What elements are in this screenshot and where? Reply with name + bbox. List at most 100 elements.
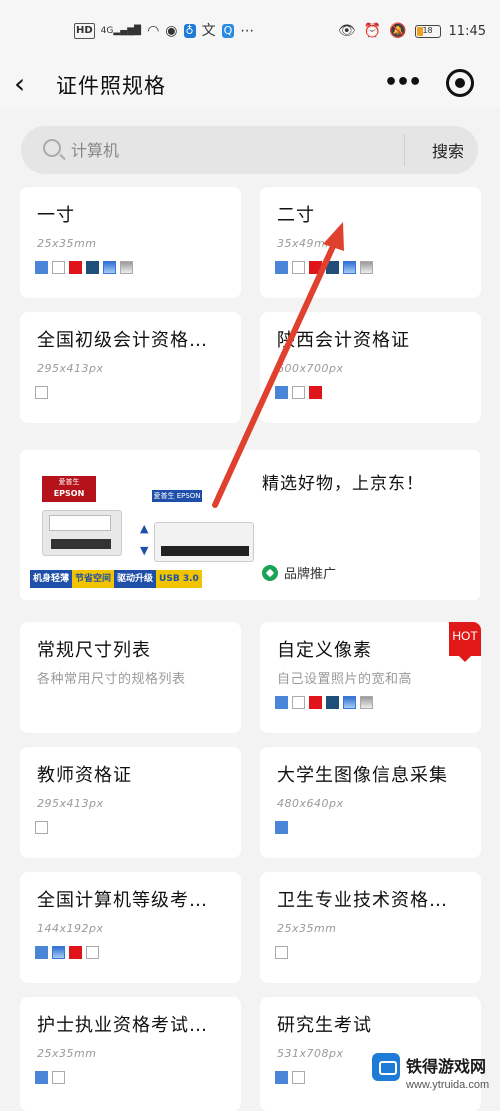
card-title: 护士执业资格考试… (37, 1015, 208, 1036)
color-swatches (35, 386, 48, 399)
swatch-white (35, 821, 48, 834)
search-input[interactable] (71, 138, 391, 162)
ad-feature: 机身轻薄 (30, 570, 73, 588)
up-down-arrow-icon: ▲ ▼ (140, 522, 149, 557)
card-title: 卫生专业技术资格… (277, 890, 448, 911)
card-title: 陕西会计资格证 (277, 330, 410, 351)
bulb-icon: ♁ (183, 24, 196, 38)
card-title: 一寸 (37, 205, 75, 226)
spec-card-teacher[interactable]: 教师资格证 295x413px (20, 747, 241, 858)
card-title: 大学生图像信息采集 (277, 765, 448, 786)
swatch-white (86, 946, 99, 959)
swatch-white (35, 386, 48, 399)
ellipsis-icon: ⋯ (240, 23, 255, 39)
ad-image: 爱普生 EPSON 爱普生 EPSON ▲ ▼ 机身轻薄 节省空间 驱动升级 USB… (30, 462, 270, 588)
battery-level: 18 (422, 25, 433, 35)
alarm-icon: ⏰ (363, 23, 382, 39)
card-size: 25x35mm (37, 1047, 97, 1060)
more-menu-icon[interactable]: ••• (384, 72, 422, 96)
ad-banner[interactable]: 爱普生 EPSON 爱普生 EPSON ▲ ▼ 机身轻薄 节省空间 驱动升级 USB… (20, 450, 480, 600)
signal-icon: 4G▂▄▆█ (100, 26, 142, 36)
swatch-red (69, 946, 82, 959)
card-title: 全国计算机等级考… (37, 890, 208, 911)
clock: 11:45 (448, 23, 486, 39)
swatch-gradient-blue (343, 696, 356, 709)
card-title: 自定义像素 (277, 640, 372, 661)
back-icon[interactable]: ‹ (14, 70, 42, 100)
hot-badge: HOT (449, 622, 481, 662)
color-swatches (275, 696, 373, 709)
swatch-blue (275, 696, 288, 709)
card-title: 教师资格证 (37, 765, 132, 786)
swatch-white (292, 386, 305, 399)
nav-bar: ‹ 证件照规格 ••• (0, 62, 500, 108)
spec-card-1cun[interactable]: 一寸 25x35mm (20, 187, 241, 298)
search-divider (404, 134, 405, 166)
swatch-gradient-gray (360, 696, 373, 709)
ad-logo-brand: EPSON (53, 489, 85, 498)
spec-card-nurse[interactable]: 护士执业资格考试… 25x35mm (20, 997, 241, 1111)
swatch-white (292, 1071, 305, 1084)
hd-icon: HD (74, 23, 95, 39)
swatch-white (275, 946, 288, 959)
swatch-blue (35, 946, 48, 959)
card-size: 25x35mm (37, 237, 97, 250)
swatch-blue (275, 821, 288, 834)
ad-feature-strip: 机身轻薄 节省空间 驱动升级 USB 3.0 (30, 570, 270, 588)
card-title: 二寸 (277, 205, 315, 226)
swatch-gradient-blue (52, 946, 65, 959)
spec-card-computer-exam[interactable]: 全国计算机等级考… 144x192px (20, 872, 241, 983)
watermark-title: 铁得游戏网 (406, 1057, 487, 1076)
mute-icon: 🔕 (389, 23, 407, 39)
card-size: 531x708px (277, 1047, 344, 1060)
card-title: 研究生考试 (277, 1015, 372, 1036)
ad-tag-label: 品牌推广 (284, 567, 337, 582)
eye-icon: 👁 (337, 23, 356, 39)
swatch-white (52, 1071, 65, 1084)
swatch-gradient-gray (360, 261, 373, 274)
swatch-red (309, 261, 322, 274)
spec-card-accounting-junior[interactable]: 全国初级会计资格… 295x413px (20, 312, 241, 423)
swatch-red (309, 696, 322, 709)
card-desc: 各种常用尺寸的规格列表 (37, 672, 186, 687)
card-size: 144x192px (37, 922, 104, 935)
swatch-white (292, 696, 305, 709)
search-bar: 搜索 (21, 126, 478, 174)
card-size: 25x35mm (277, 922, 337, 935)
spec-card-college-image[interactable]: 大学生图像信息采集 480x640px (260, 747, 481, 858)
swatch-blue (275, 261, 288, 274)
card-title: 全国初级会计资格… (37, 330, 208, 351)
swatch-gradient-blue (103, 261, 116, 274)
swatch-red (309, 386, 322, 399)
card-title: 常规尺寸列表 (37, 640, 151, 661)
ad-feature: 节省空间 (72, 570, 115, 588)
color-swatches (275, 821, 288, 834)
scanner-image (154, 522, 254, 562)
swatch-blue (275, 386, 288, 399)
color-swatches (35, 821, 48, 834)
swatch-navy (326, 696, 339, 709)
color-swatches (275, 261, 373, 274)
spec-card-2cun[interactable]: 二寸 35x49mm (260, 187, 481, 298)
spec-card-shaanxi-accounting[interactable]: 陕西会计资格证 600x700px (260, 312, 481, 423)
spec-card-common-sizes[interactable]: 常规尺寸列表 各种常用尺寸的规格列表 (20, 622, 241, 733)
card-size: 295x413px (37, 797, 104, 810)
color-swatches (275, 386, 322, 399)
swatch-blue (275, 1071, 288, 1084)
search-app-icon: Q (221, 24, 235, 38)
ad-brand-box: 爱普生 EPSON (152, 490, 202, 502)
ad-logo-top: 爱普生 (58, 478, 80, 486)
close-miniprogram-icon[interactable] (446, 69, 474, 97)
navigation-icon: ◉ (165, 23, 178, 39)
swatch-white (292, 261, 305, 274)
card-size: 35x49mm (277, 237, 337, 250)
ad-feature: USB 3.0 (156, 570, 202, 588)
card-desc: 自己设置照片的宽和高 (277, 672, 413, 687)
color-swatches (275, 946, 288, 959)
ad-logo: 爱普生 EPSON (42, 476, 96, 502)
search-button[interactable]: 搜索 (413, 134, 483, 166)
color-swatches (275, 1071, 305, 1084)
spec-card-health-tech[interactable]: 卫生专业技术资格… 25x35mm (260, 872, 481, 983)
spec-card-custom-pixels[interactable]: 自定义像素 自己设置照片的宽和高 (260, 622, 481, 733)
scanner-image (42, 510, 122, 556)
